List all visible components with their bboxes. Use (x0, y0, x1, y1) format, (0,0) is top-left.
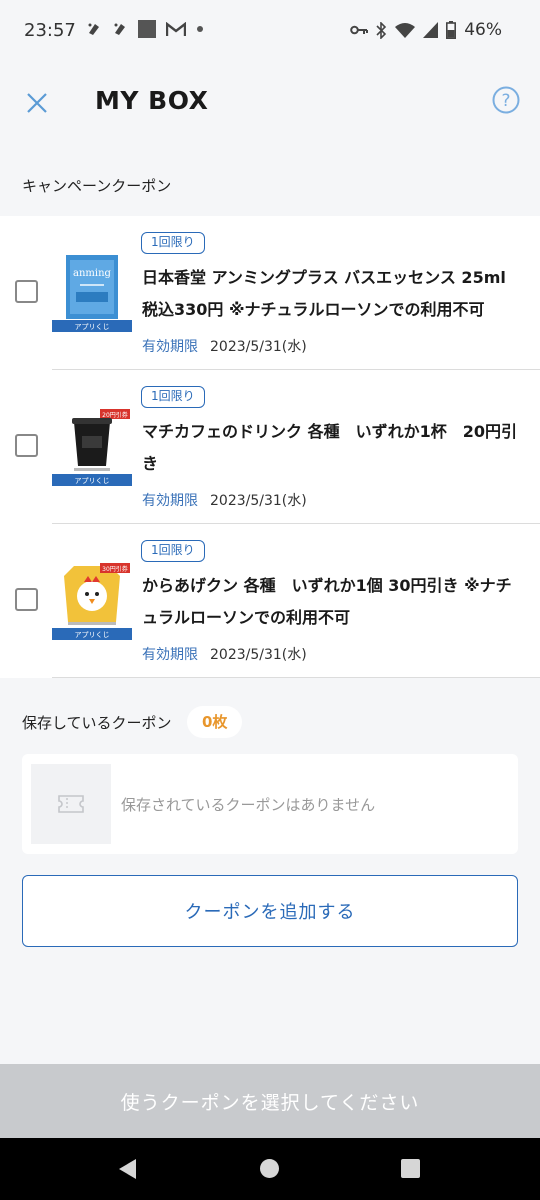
coupon-item[interactable]: anming アプリくじ 1回限り 日本香堂 アンミングプラス バスエッセンス … (0, 216, 540, 370)
expiry-label: 有効期限 (142, 339, 198, 355)
close-button[interactable] (20, 86, 54, 120)
empty-placeholder (31, 764, 111, 844)
coupon-item[interactable]: 20円引券 アプリくじ 1回限り マチカフェのドリンク 各種 いずれか1杯 20… (0, 370, 540, 524)
coupon-expiry: 有効期限 2023/5/31(水) (142, 336, 307, 356)
vpn-key-icon (350, 25, 369, 35)
svg-text:anming: anming (73, 268, 112, 279)
bluetooth-icon (376, 21, 387, 39)
coupon-expiry: 有効期限 2023/5/31(水) (142, 644, 307, 664)
back-icon[interactable] (118, 1158, 138, 1180)
svg-text:アプリくじ: アプリくじ (75, 323, 110, 331)
empty-message: 保存されているクーポンはありません (121, 796, 376, 814)
battery-percent: 46% (464, 20, 502, 40)
battery-icon (446, 21, 457, 39)
system-nav-bar (0, 1138, 540, 1200)
one-time-badge: 1回限り (141, 232, 205, 254)
use-coupon-button[interactable]: 使うクーポンを選択してください (0, 1064, 540, 1138)
svg-text:アプリくじ: アプリくじ (75, 477, 110, 485)
divider (52, 677, 540, 678)
signal-icon (423, 22, 439, 38)
svg-text:20円引券: 20円引券 (102, 411, 128, 419)
saved-section-title: 保存しているクーポン (22, 714, 172, 732)
coupon-expiry: 有効期限 2023/5/31(水) (142, 490, 307, 510)
campaign-section-title: キャンペーンクーポン (22, 177, 172, 195)
expiry-date: 2023/5/31(水) (210, 647, 307, 663)
coupon-thumbnail: 30円引券 アプリくじ (52, 560, 132, 640)
status-notification-icons (86, 20, 204, 38)
svg-text:30円引券: 30円引券 (102, 565, 128, 573)
dot-icon (197, 26, 203, 32)
one-time-badge: 1回限り (141, 386, 205, 408)
add-coupon-button[interactable]: クーポンを追加する (22, 875, 518, 947)
close-icon (27, 93, 47, 113)
status-bar: 23:57 46% (0, 0, 540, 64)
page-title: MY BOX (95, 86, 209, 115)
status-time: 23:57 (24, 20, 76, 41)
help-icon: ? (492, 86, 520, 114)
expiry-label: 有効期限 (142, 647, 198, 663)
one-time-badge: 1回限り (141, 540, 205, 562)
svg-text:アプリくじ: アプリくじ (75, 631, 110, 639)
saved-count-badge: 0枚 (187, 706, 243, 738)
campaign-coupon-list: anming アプリくじ 1回限り 日本香堂 アンミングプラス バスエッセンス … (0, 216, 540, 678)
coupon-name: マチカフェのドリンク 各種 いずれか1杯 20円引き (142, 422, 517, 473)
home-icon[interactable] (260, 1159, 279, 1178)
notification-icon (114, 23, 125, 35)
notification-icon (88, 23, 99, 35)
wifi-icon (395, 23, 416, 38)
svg-text:?: ? (501, 91, 510, 111)
coupon-checkbox[interactable] (15, 588, 38, 611)
gmail-icon (166, 21, 186, 36)
coupon-thumbnail: 20円引券 アプリくじ (52, 406, 132, 486)
status-system-icons: 46% (350, 20, 502, 40)
expiry-date: 2023/5/31(水) (210, 493, 307, 509)
saved-empty-card: 保存されているクーポンはありません (22, 754, 518, 854)
coupon-checkbox[interactable] (15, 280, 38, 303)
coupon-thumbnail: anming アプリくじ (52, 252, 132, 332)
coupon-name: からあげクン 各種 いずれか1個 30円引き ※ナチュラルローソンでの利用不可 (142, 576, 512, 627)
square-icon (138, 20, 156, 38)
ticket-icon (58, 795, 84, 813)
expiry-label: 有効期限 (142, 493, 198, 509)
recent-apps-icon[interactable] (401, 1159, 420, 1178)
header: MY BOX ? (0, 64, 540, 140)
coupon-name: 日本香堂 アンミングプラス バスエッセンス 25ml 税込330円 ※ナチュラル… (142, 268, 506, 319)
coupon-item[interactable]: 30円引券 アプリくじ 1回限り からあげクン 各種 いずれか1個 30円引き … (0, 524, 540, 678)
help-button[interactable]: ? (492, 86, 522, 116)
coupon-checkbox[interactable] (15, 434, 38, 457)
expiry-date: 2023/5/31(水) (210, 339, 307, 355)
